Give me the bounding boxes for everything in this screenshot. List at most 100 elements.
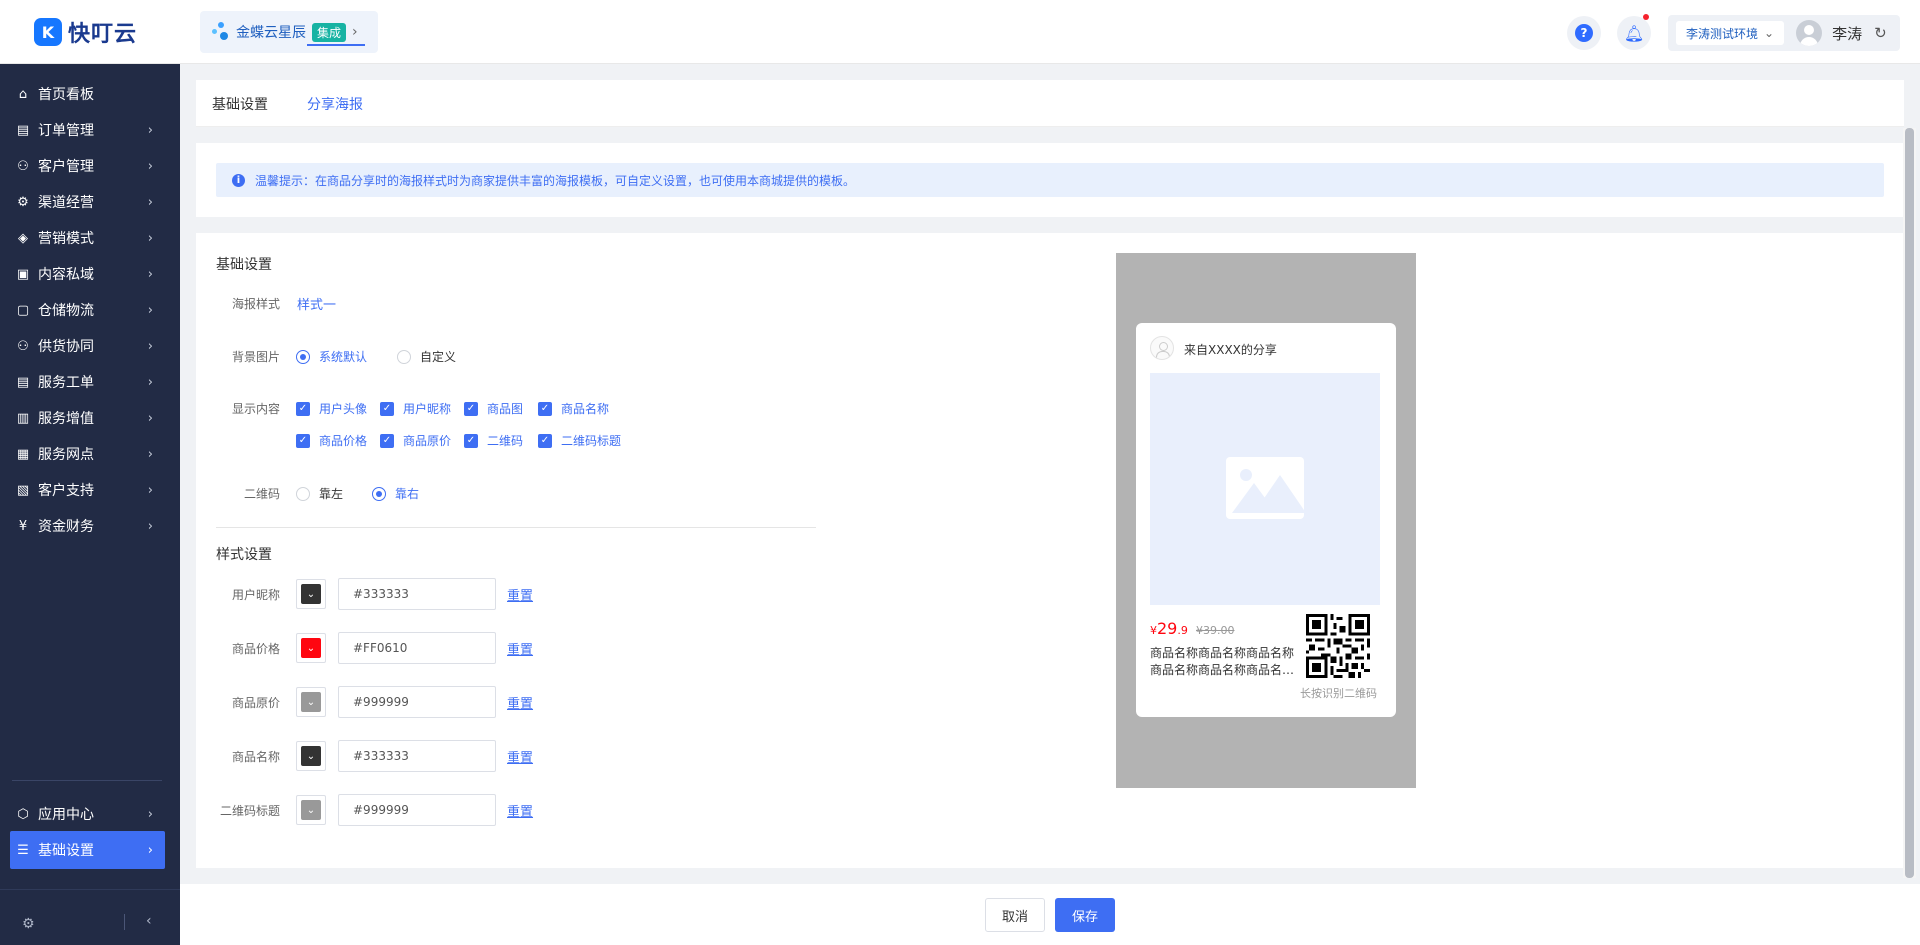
tip-card: i 温馨提示：在商品分享时的海报样式时为商家提供丰富的海报模板，可自定义设置，也…: [196, 143, 1904, 217]
chevron-down-icon: ⌄: [301, 584, 321, 604]
style-settings-title: 样式设置: [216, 547, 272, 563]
supply-icon: ⚇: [17, 338, 29, 354]
sliders-icon: ☰: [17, 842, 29, 858]
sidebar-item-label: 营销模式: [38, 231, 94, 247]
tab-basic-settings[interactable]: 基础设置: [212, 94, 268, 114]
sidebar-item-warehouse[interactable]: ▢ 仓储物流 ›: [10, 291, 165, 329]
display-option-checkbox[interactable]: ✓ 用户头像: [296, 400, 367, 417]
sidebar-item-finance[interactable]: ¥ 资金财务 ›: [10, 507, 165, 545]
cancel-button[interactable]: 取消: [985, 898, 1045, 932]
display-option-label: 二维码标题: [561, 434, 622, 448]
display-option-label: 二维码: [487, 434, 524, 448]
sidebar-item-label: 首页看板: [38, 87, 94, 103]
checkmark-icon: ✓: [296, 401, 310, 416]
reset-color-link[interactable]: 重置: [507, 585, 533, 604]
checkmark-icon: ✓: [380, 401, 394, 416]
background-default-radio[interactable]: 系统默认: [296, 348, 367, 365]
poster-card: 来自XXXX的分享 ¥ 29 .9 ¥39.00 商品名称商品名称商品名称 商品…: [1136, 323, 1396, 717]
display-option-checkbox[interactable]: ✓ 商品图: [464, 400, 523, 417]
integration-brand-chip[interactable]: 金蝶云星辰 集成 ›: [200, 11, 378, 53]
display-option-checkbox[interactable]: ✓ 商品名称: [538, 400, 609, 417]
color-picker-button[interactable]: ⌄: [296, 795, 326, 825]
reset-color-link[interactable]: 重置: [507, 747, 533, 766]
checkmark-icon: ✓: [464, 401, 478, 416]
product-name-line: 商品名称商品名称商品名称商品名称: [1150, 663, 1296, 677]
sidebar-item-home[interactable]: ⌂ 首页看板: [10, 75, 165, 113]
brand-dots-icon: [212, 22, 228, 42]
reset-color-link[interactable]: 重置: [507, 639, 533, 658]
sidebar-item-ticket[interactable]: ▤ 服务工单 ›: [10, 363, 165, 401]
chevron-right-icon: ›: [147, 338, 153, 354]
sidebar-item-support[interactable]: ▧ 客户支持 ›: [10, 471, 165, 509]
checkmark-icon: ✓: [464, 433, 478, 448]
image-placeholder-icon: [1226, 457, 1304, 519]
chevron-down-icon: ⌄: [301, 638, 321, 658]
notification-button[interactable]: 🔔︎: [1617, 14, 1651, 50]
color-hex-input[interactable]: [338, 686, 496, 718]
display-option-checkbox[interactable]: ✓ 用户昵称: [380, 400, 451, 417]
sidebar-item-bag[interactable]: ▥ 服务增值 ›: [10, 399, 165, 437]
logo-mark-icon: K: [34, 18, 62, 46]
sidebar-item-cube[interactable]: ⬡ 应用中心 ›: [10, 795, 165, 833]
collapse-sidebar-icon[interactable]: ‹: [146, 913, 152, 929]
display-option-checkbox[interactable]: ✓ 商品价格: [296, 432, 367, 449]
product-name-line: 商品名称商品名称商品名称: [1150, 646, 1295, 660]
user-name: 李涛: [1832, 24, 1863, 43]
display-option-checkbox[interactable]: ✓ 二维码标题: [538, 432, 621, 449]
display-option-checkbox[interactable]: ✓ 二维码: [464, 432, 523, 449]
page-scrollbar[interactable]: [1903, 128, 1916, 878]
color-hex-input[interactable]: [338, 578, 496, 610]
save-button[interactable]: 保存: [1055, 898, 1115, 932]
sidebar-item-order[interactable]: ▤ 订单管理 ›: [10, 111, 165, 149]
color-hex-input[interactable]: [338, 740, 496, 772]
color-picker-button[interactable]: ⌄: [296, 579, 326, 609]
logo[interactable]: K 快叮云: [0, 0, 180, 64]
checkmark-icon: ✓: [538, 433, 552, 448]
chevron-right-icon: ›: [147, 374, 153, 390]
color-picker-button[interactable]: ⌄: [296, 687, 326, 717]
settings-gear-icon[interactable]: ⚙: [22, 916, 35, 932]
sidebar-item-supply[interactable]: ⚇ 供货协同 ›: [10, 327, 165, 365]
scrollbar-thumb[interactable]: [1905, 128, 1914, 878]
display-option-label: 商品原价: [403, 434, 452, 448]
sidebar-item-store[interactable]: ▦ 服务网点 ›: [10, 435, 165, 473]
sidebar-item-image[interactable]: ▣ 内容私域 ›: [10, 255, 165, 293]
radio-dot: [296, 486, 310, 501]
sidebar-item-label: 仓储物流: [38, 303, 94, 319]
reset-color-link[interactable]: 重置: [507, 801, 533, 820]
sidebar-item-user[interactable]: ⚇ 客户管理 ›: [10, 147, 165, 185]
display-option-checkbox[interactable]: ✓ 商品原价: [380, 432, 451, 449]
help-button[interactable]: ?: [1567, 16, 1601, 50]
sidebar-item-label: 服务工单: [38, 375, 94, 391]
sidebar-item-sliders[interactable]: ☰ 基础设置 ›: [10, 831, 165, 869]
poster-style-link[interactable]: 样式一: [297, 294, 336, 313]
avatar[interactable]: [1796, 20, 1823, 46]
warehouse-icon: ▢: [16, 302, 30, 318]
logo-text: 快叮云: [68, 22, 138, 47]
poster-price: ¥ 29 .9: [1150, 619, 1188, 638]
refresh-icon[interactable]: ↻: [1874, 24, 1887, 42]
sidebar-item-tag[interactable]: ◈ 营销模式 ›: [10, 219, 165, 257]
tab-share-poster[interactable]: 分享海报: [307, 94, 363, 114]
qrcode-right-radio[interactable]: 靠右: [372, 485, 419, 502]
sidebar-item-channel[interactable]: ⚙ 渠道经营 ›: [10, 183, 165, 221]
color-hex-input[interactable]: [338, 632, 496, 664]
style-row-label: 二维码标题: [219, 804, 280, 818]
color-picker-button[interactable]: ⌄: [296, 741, 326, 771]
color-hex-input[interactable]: [338, 794, 496, 826]
checkmark-icon: ✓: [380, 433, 394, 448]
environment-select[interactable]: 李涛测试环境 ⌄: [1676, 21, 1785, 45]
chevron-right-icon: ›: [147, 302, 153, 318]
finance-icon: ¥: [18, 518, 28, 534]
reset-color-link[interactable]: 重置: [507, 693, 533, 712]
price-currency: ¥: [1150, 624, 1157, 637]
chevron-right-icon: ›: [352, 24, 358, 40]
color-picker-button[interactable]: ⌄: [296, 633, 326, 663]
background-custom-radio[interactable]: 自定义: [397, 348, 456, 365]
user-area: 李涛测试环境 ⌄ 李涛 ↻: [1668, 15, 1900, 51]
chevron-right-icon: ›: [147, 446, 153, 462]
qrcode-left-radio[interactable]: 靠左: [296, 485, 343, 502]
footer-bar: [180, 884, 1920, 945]
chevron-down-icon: ⌄: [301, 746, 321, 766]
sidebar-item-label: 渠道经营: [38, 195, 94, 211]
